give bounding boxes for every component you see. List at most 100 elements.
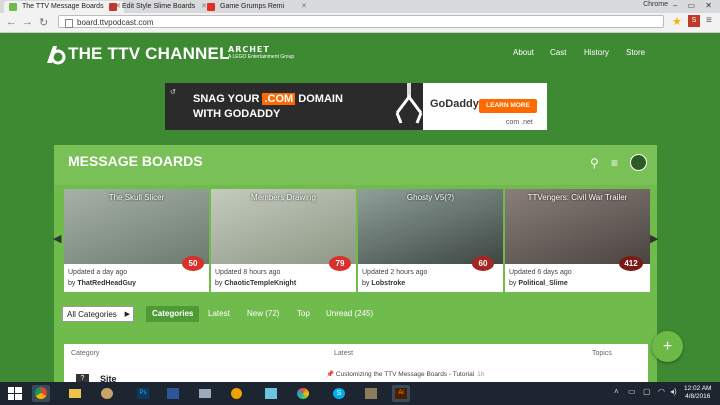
topic-author[interactable]: by ThatRedHeadGuy: [68, 280, 136, 287]
tool-icon[interactable]: [262, 385, 280, 402]
topic-updated: Updated a day ago: [68, 269, 128, 276]
column-header-topics: Topics: [592, 350, 612, 357]
windows-start-icon[interactable]: [8, 387, 22, 400]
word-icon[interactable]: [164, 385, 182, 402]
paint-icon[interactable]: [98, 385, 116, 402]
bookmark-star-icon[interactable]: ★: [672, 15, 682, 28]
topic-author[interactable]: by ChaoticTempleKnight: [215, 280, 296, 287]
topic-updated: Updated 8 hours ago: [215, 269, 281, 276]
forward-arrow-icon[interactable]: →: [22, 16, 33, 28]
ad-banner[interactable]: ↺ SNAG YOUR .COM DOMAIN WITH GODADDY GoD…: [165, 83, 547, 130]
topic-updated: Updated 2 hours ago: [362, 269, 428, 276]
extension-icon[interactable]: S: [688, 15, 700, 27]
browser-tab-edit-style[interactable]: Edit Style Slime Boards ✕: [104, 1, 210, 13]
media-icon[interactable]: [228, 385, 246, 402]
topic-author[interactable]: by Lobstroke: [362, 280, 405, 287]
volume-icon[interactable]: ◂): [670, 387, 677, 396]
photoshop-icon[interactable]: Ps: [134, 385, 152, 402]
hamburger-menu-icon[interactable]: ≡: [611, 156, 618, 170]
topic-updated: Updated 6 days ago: [509, 269, 572, 276]
ad-tld-text: com .net: [506, 119, 533, 126]
reply-count-badge: 60: [472, 256, 494, 271]
address-bar-row: ← → ↻ board.ttvpodcast.com: [0, 13, 720, 33]
browser-tab-game-grumps[interactable]: Game Grumps Remi ✕: [202, 1, 310, 13]
nav-store-link[interactable]: Store: [626, 48, 645, 57]
column-header-category: Category: [71, 350, 100, 357]
page-title: MESSAGE BOARDS: [68, 153, 203, 169]
filter-bar: All Categories ▶ Categories Latest New (…: [62, 306, 642, 324]
network-icon[interactable]: ▭: [628, 387, 636, 396]
tab-label: Game Grumps Remi: [220, 3, 285, 10]
video-icon[interactable]: [196, 385, 214, 402]
topic-author[interactable]: by Political_Slime: [509, 280, 568, 287]
tab-latest[interactable]: Latest: [208, 306, 230, 322]
avatar[interactable]: [630, 154, 647, 171]
ad-headline: SNAG YOUR .COM DOMAIN: [193, 93, 343, 105]
chevron-up-icon[interactable]: ˄: [614, 387, 619, 396]
reply-count-badge: 50: [182, 256, 204, 271]
tab-label: Edit Style Slime Boards: [122, 3, 196, 10]
reply-count-badge: 79: [329, 256, 351, 271]
tab-unread[interactable]: Unread (245): [326, 306, 373, 322]
carousel-next-icon[interactable]: ▶: [650, 232, 658, 245]
topic-card[interactable]: Ghosty V5(?) Updated 2 hours ago by Lobs…: [358, 189, 503, 292]
message-boards-panel: MESSAGE BOARDS ⚲ ≡ The Skull Slicer Upda…: [54, 145, 657, 405]
tab-favicon-icon: [109, 3, 117, 11]
menu-icon[interactable]: ≡: [706, 15, 712, 26]
app-icon-2[interactable]: [362, 385, 380, 402]
topic-card[interactable]: Members Drawing Updated 8 hours ago by C…: [211, 189, 356, 292]
window-controls[interactable]: – ▭ ✕: [673, 1, 716, 10]
site-title[interactable]: THE TTV CHANNEL: [68, 44, 230, 64]
topic-title: The Skull Slicer: [108, 193, 165, 202]
close-icon[interactable]: ✕: [301, 1, 307, 13]
system-clock[interactable]: 12:02 AM 4/8/2016: [684, 385, 711, 401]
caret-right-icon: ▶: [124, 311, 130, 318]
tab-top[interactable]: Top: [297, 306, 310, 322]
topic-title: Members Drawing: [251, 193, 316, 202]
wifi-icon[interactable]: ◠: [658, 387, 665, 396]
back-arrow-icon[interactable]: ←: [6, 16, 17, 28]
ttv-logo-icon[interactable]: [44, 43, 68, 65]
category-dropdown[interactable]: All Categories ▶: [62, 306, 134, 322]
learn-more-button[interactable]: LEARN MORE: [479, 99, 537, 113]
featured-topics: The Skull Slicer Updated a day ago by Th…: [64, 189, 650, 292]
browser-tab-bar: The TTV Message Boards ✕ Edit Style Slim…: [0, 0, 720, 13]
tab-new[interactable]: New (72): [247, 306, 279, 322]
ad-replay-icon[interactable]: ↺: [170, 88, 176, 96]
brand-logo: 𝗔𝗥𝗖𝗛𝗘𝗧: [228, 45, 270, 54]
column-header-latest: Latest: [334, 350, 354, 357]
ad-subheadline: WITH GODADDY: [193, 108, 281, 120]
search-icon[interactable]: ⚲: [590, 156, 599, 170]
reply-count-badge: 412: [619, 256, 643, 271]
tab-categories[interactable]: Categories: [146, 306, 200, 322]
chrome-icon[interactable]: [32, 385, 50, 402]
youtube-icon: [207, 3, 215, 11]
app-icon[interactable]: [294, 385, 312, 402]
dropdown-label: All Categories: [67, 310, 117, 319]
latest-topic-link[interactable]: 📌 Customizing the TTV Message Boards - T…: [326, 370, 484, 378]
boards-header: MESSAGE BOARDS ⚲ ≡: [54, 145, 657, 185]
reload-icon[interactable]: ↻: [39, 16, 48, 29]
topic-card[interactable]: The Skull Slicer Updated a day ago by Th…: [64, 189, 209, 292]
nav-history-link[interactable]: History: [584, 48, 609, 57]
new-topic-button[interactable]: +: [652, 331, 683, 362]
file-explorer-icon[interactable]: [66, 385, 84, 402]
carousel-prev-icon[interactable]: ◀: [53, 232, 61, 245]
nav-about-link[interactable]: About: [513, 48, 534, 57]
godaddy-logo: GoDaddy: [430, 98, 479, 110]
illustrator-icon[interactable]: Ai: [392, 385, 410, 402]
page-icon: [65, 19, 73, 28]
taskbar: Ps S Ai ˄ ▭ ▢ ◠ ◂) 12:02 AM 4/8/2016: [0, 382, 720, 405]
brand-tagline: A LEGO Entertainment Group: [228, 54, 295, 60]
topic-title: TTVengers: Civil War Trailer: [527, 193, 628, 202]
url-text: board.ttvpodcast.com: [77, 18, 154, 27]
notification-icon[interactable]: ▢: [643, 387, 651, 396]
window-user-label: Chrome: [643, 1, 668, 8]
topic-title: Ghosty V5(?): [406, 193, 455, 202]
nav-cast-link[interactable]: Cast: [550, 48, 566, 57]
tab-favicon-icon: [9, 3, 17, 11]
topic-card[interactable]: TTVengers: Civil War Trailer Updated 6 d…: [505, 189, 650, 292]
url-input[interactable]: board.ttvpodcast.com: [58, 15, 664, 28]
tab-label: The TTV Message Boards: [22, 3, 104, 10]
skype-icon[interactable]: S: [330, 385, 348, 402]
